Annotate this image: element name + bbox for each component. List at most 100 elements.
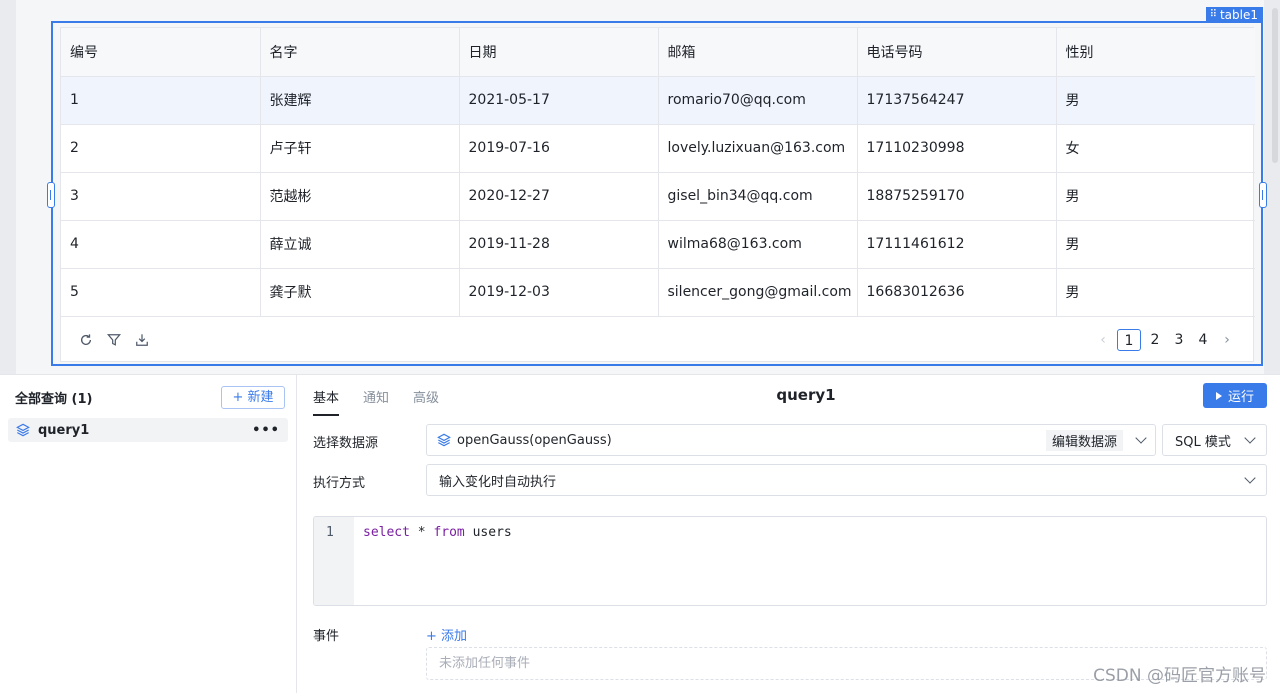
table-cell: 1 <box>61 76 261 125</box>
query-editor: 基本 通知 高级 query1 运行 选择数据源 openGauss(openG… <box>298 375 1280 693</box>
table-cell: 17137564247 <box>857 76 1057 125</box>
table-cell: 男 <box>1056 172 1255 221</box>
table-row[interactable]: 5 龚子默 2019-12-03 silencer_gong@gmail.com… <box>61 268 1255 317</box>
table-row[interactable]: 2 卢子轩 2019-07-16 lovely.luzixuan@163.com… <box>61 124 1255 173</box>
download-icon[interactable] <box>135 333 149 347</box>
table-cell: 2019-12-03 <box>459 268 659 317</box>
component-tag-label: table1 <box>1219 8 1258 22</box>
table-header-row: 编号 名字 日期 邮箱 电话号码 性别 <box>61 28 1255 77</box>
table-row[interactable]: 3 范越彬 2020-12-27 gisel_bin34@qq.com 1887… <box>61 172 1255 221</box>
table-cell: 张建辉 <box>260 76 460 125</box>
table-selection-frame[interactable]: ⠿ table1 编号 名字 日期 邮箱 电话号码 性别 1 张建辉 2021-… <box>47 7 1267 366</box>
edit-datasource-button[interactable]: 编辑数据源 <box>1045 429 1123 451</box>
table-cell: 卢子轩 <box>260 124 460 173</box>
page-button[interactable]: 4 <box>1193 329 1213 351</box>
table-cell: silencer_gong@gmail.com <box>658 268 858 317</box>
layers-icon <box>16 423 30 437</box>
column-header[interactable]: 邮箱 <box>658 28 858 77</box>
table-cell: 男 <box>1056 220 1255 269</box>
column-header[interactable]: 日期 <box>459 28 659 77</box>
canvas-scrollbar[interactable] <box>1272 8 1278 163</box>
table-row[interactable]: 1 张建辉 2021-05-17 romario70@qq.com 171375… <box>61 76 1255 125</box>
table-cell: 16683012636 <box>857 268 1057 317</box>
run-label: 运行 <box>1227 390 1254 405</box>
table-cell: romario70@qq.com <box>658 76 858 125</box>
drag-handle-icon[interactable]: ⠿ <box>1210 7 1217 23</box>
table-cell: 5 <box>61 268 261 317</box>
column-header[interactable]: 名字 <box>260 28 460 77</box>
table-cell: 龚子默 <box>260 268 460 317</box>
code-keyword: from <box>433 525 465 540</box>
query-panel: 全部查询 (1) + 新建 query1 ••• 基本 通知 高级 query1… <box>0 374 1280 693</box>
canvas-area: ⠿ table1 编号 名字 日期 邮箱 电话号码 性别 1 张建辉 2021-… <box>0 0 1280 374</box>
code-text: users <box>464 525 512 540</box>
table-cell: 2 <box>61 124 261 173</box>
more-icon[interactable]: ••• <box>252 423 280 438</box>
component-tag[interactable]: ⠿ table1 <box>1205 7 1263 23</box>
chevron-down-icon <box>1244 472 1256 484</box>
datasource-actions: 编辑数据源 <box>1045 429 1147 451</box>
sql-editor[interactable]: 1 select * from users <box>313 516 1267 606</box>
datasource-select[interactable]: openGauss(openGauss) 编辑数据源 <box>426 424 1156 456</box>
query-list-item[interactable]: query1 ••• <box>8 418 288 442</box>
line-number: 1 <box>314 517 354 605</box>
table-cell: gisel_bin34@qq.com <box>658 172 858 221</box>
table-cell: 女 <box>1056 124 1255 173</box>
canvas-page: ⠿ table1 编号 名字 日期 邮箱 电话号码 性别 1 张建辉 2021-… <box>16 0 1267 374</box>
table-cell: 4 <box>61 220 261 269</box>
prev-page-icon[interactable]: ‹ <box>1093 332 1113 348</box>
tab-advanced[interactable]: 高级 <box>413 387 439 415</box>
chevron-down-icon <box>1244 432 1256 444</box>
table-cell: 2020-12-27 <box>459 172 659 221</box>
resize-handle-right[interactable] <box>1259 182 1267 208</box>
table-row[interactable]: 4 薛立诚 2019-11-28 wilma68@163.com 1711146… <box>61 220 1255 269</box>
table-cell: 范越彬 <box>260 172 460 221</box>
page-button[interactable]: 1 <box>1117 329 1141 351</box>
datasource-value: openGauss(openGauss) <box>457 432 612 448</box>
exec-mode-select[interactable]: 输入变化时自动执行 <box>426 464 1267 496</box>
table-cell: 2019-11-28 <box>459 220 659 269</box>
filter-icon[interactable] <box>107 333 121 347</box>
refresh-icon[interactable] <box>79 333 93 347</box>
code-text: * <box>409 525 434 540</box>
run-button[interactable]: 运行 <box>1203 383 1267 408</box>
code-keyword: select <box>363 525 410 540</box>
column-header[interactable]: 电话号码 <box>857 28 1057 77</box>
chevron-down-icon[interactable] <box>1135 432 1147 444</box>
mode-select[interactable]: SQL 模式 <box>1162 424 1267 456</box>
column-header[interactable]: 编号 <box>61 28 261 77</box>
query-title[interactable]: query1 <box>758 386 854 404</box>
table-cell: wilma68@163.com <box>658 220 858 269</box>
datasource-label: 选择数据源 <box>313 436 379 451</box>
mode-value: SQL 模式 <box>1175 434 1231 450</box>
table-cell: lovely.luzixuan@163.com <box>658 124 858 173</box>
query-list-title: 全部查询 (1) <box>15 391 93 407</box>
table-cell: 男 <box>1056 76 1255 125</box>
add-event-link[interactable]: + 添加 <box>426 625 467 644</box>
pagination: ‹ 1 2 3 4 › <box>1093 329 1237 351</box>
table-cell: 3 <box>61 172 261 221</box>
tab-basic[interactable]: 基本 <box>313 387 340 416</box>
column-header[interactable]: 性别 <box>1056 28 1255 77</box>
query-item-name: query1 <box>38 422 90 438</box>
play-icon <box>1215 391 1222 400</box>
exec-label: 执行方式 <box>313 476 366 491</box>
table-footer: ‹ 1 2 3 4 › <box>61 318 1255 362</box>
new-query-button[interactable]: + 新建 <box>221 385 285 409</box>
table-cell: 2019-07-16 <box>459 124 659 173</box>
table-cell: 17111461612 <box>857 220 1057 269</box>
tab-notify[interactable]: 通知 <box>363 387 389 415</box>
page-button[interactable]: 3 <box>1169 329 1189 351</box>
watermark: CSDN @码匠官方账号 <box>1093 666 1266 686</box>
page-button[interactable]: 2 <box>1145 329 1165 351</box>
table-cell: 18875259170 <box>857 172 1057 221</box>
query-list-panel: 全部查询 (1) + 新建 query1 ••• <box>0 375 297 693</box>
table-cell: 男 <box>1056 268 1255 317</box>
table-cell: 17110230998 <box>857 124 1057 173</box>
table-cell: 2021-05-17 <box>459 76 659 125</box>
next-page-icon[interactable]: › <box>1217 332 1237 348</box>
events-label: 事件 <box>313 629 340 644</box>
exec-value: 输入变化时自动执行 <box>439 474 557 490</box>
code-area[interactable]: select * from users <box>354 517 1266 605</box>
resize-handle-left[interactable] <box>47 182 55 208</box>
